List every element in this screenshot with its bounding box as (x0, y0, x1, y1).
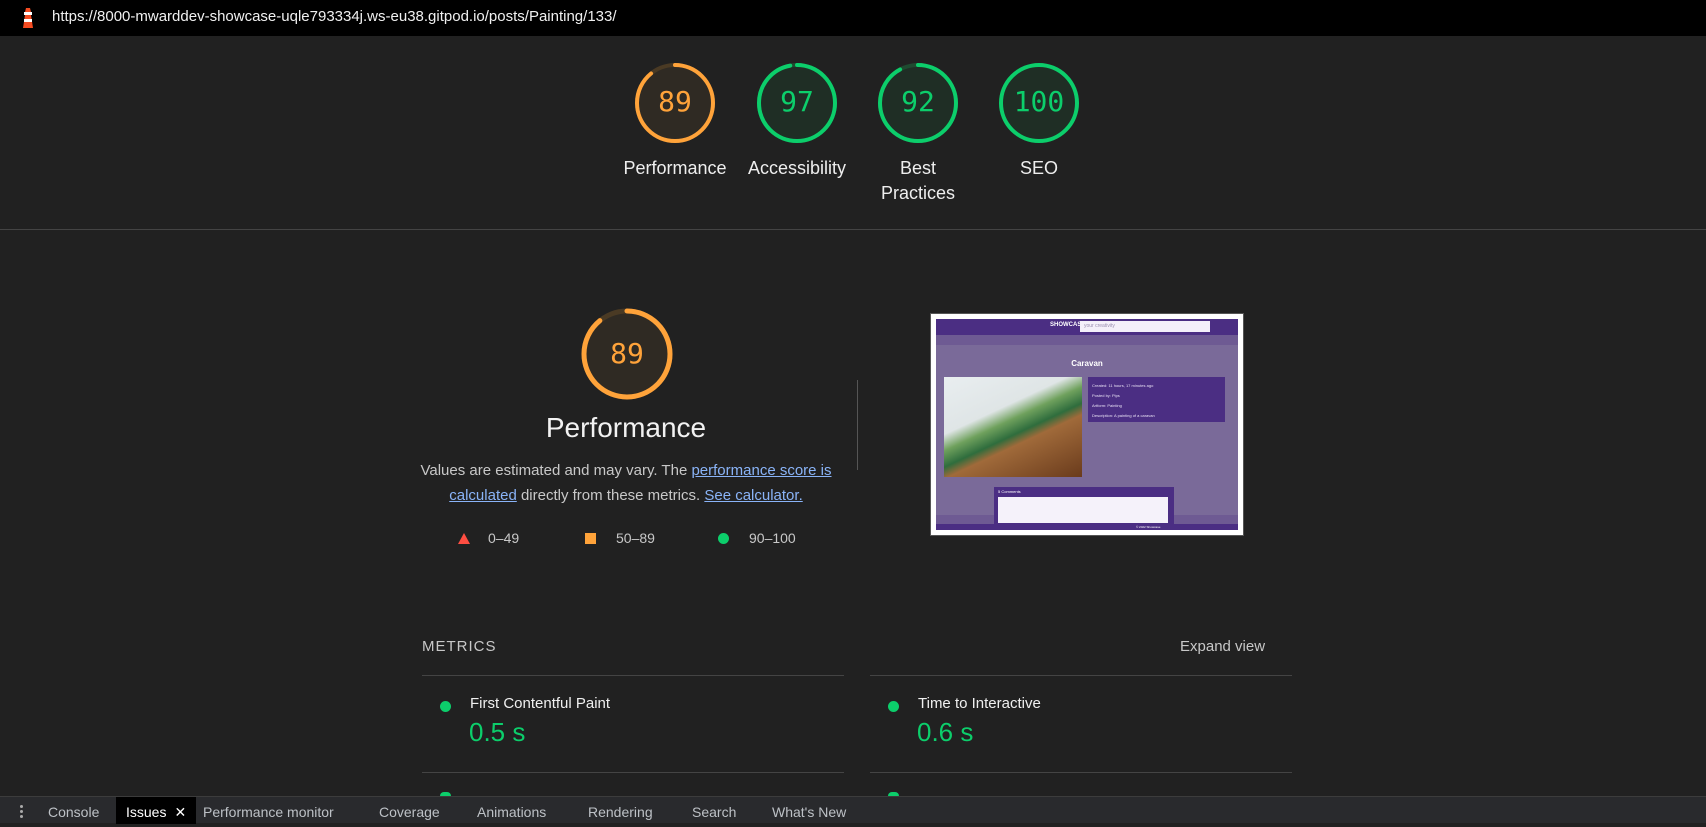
tab-label: Coverage (379, 804, 440, 820)
thumbnail-painting (944, 377, 1082, 477)
square-icon (585, 532, 596, 544)
comments-header: 5 Comments (998, 489, 1021, 494)
tab-coverage[interactable]: Coverage (369, 797, 450, 824)
thumbnail-comments: 5 Comments (994, 487, 1174, 527)
gauge-performance[interactable]: 89 Performance (614, 62, 736, 181)
tab-label: Console (48, 804, 100, 820)
pass-indicator-icon (440, 701, 451, 712)
metric-name: First Contentful Paint (470, 695, 611, 712)
performance-score: 89 (610, 337, 644, 370)
performance-title: Performance (545, 412, 707, 443)
gauge-label: Accessibility (747, 158, 847, 178)
thumbnail-info: Created: 11 hours, 17 minutes ago Posted… (1088, 377, 1225, 422)
tab-label: Issues (126, 804, 167, 820)
gauge-label: Best Practices (857, 156, 979, 206)
metrics-heading: METRICS (422, 638, 497, 655)
tab-label: Rendering (588, 804, 653, 820)
triangle-icon (458, 532, 470, 544)
legend-pass-label: 90–100 (749, 530, 796, 546)
more-tools-menu-icon[interactable] (20, 805, 24, 819)
tab-label: Search (692, 804, 737, 820)
tab-performance-monitor[interactable]: Performance monitor (193, 797, 344, 824)
gauge-score: 89 (658, 85, 692, 118)
info-line: Description: A painting of a caravan (1092, 413, 1155, 418)
thumbnail-search: your creativity (1080, 321, 1210, 332)
legend-average-label: 50–89 (616, 530, 655, 546)
info-line: Created: 11 hours, 17 minutes ago (1092, 383, 1154, 388)
info-line: Artform: Painting (1092, 403, 1122, 408)
tab-animations[interactable]: Animations (467, 797, 556, 824)
gauge-label: Performance (623, 158, 727, 178)
thumbnail-navbar: SHOWCASE your creativity (936, 319, 1238, 335)
page-screenshot-thumbnail[interactable]: SHOWCASE your creativity Caravan Created… (930, 313, 1244, 536)
performance-description: Values are estimated and may vary. The p… (420, 458, 832, 508)
gauge-label-line1: Best (899, 158, 937, 178)
metric-name: Time to Interactive (918, 695, 1041, 712)
gauge-label-line2: Practices (880, 183, 956, 203)
legend-fail: 0–49 (458, 530, 519, 546)
gauge-accessibility[interactable]: 97 Accessibility (736, 62, 858, 181)
thumbnail-title: Caravan (1071, 359, 1103, 368)
tab-search[interactable]: Search (682, 797, 746, 824)
lighthouse-icon (23, 8, 33, 28)
thumbnail-footer-text: © 2022 Showcase (1136, 525, 1161, 529)
gauge-seo[interactable]: 100 SEO (978, 62, 1100, 181)
category-gauges: 89 Performance 97 Accessibility 92 Best … (0, 62, 1706, 232)
desc-prefix: Values are estimated and may vary. The (420, 462, 692, 479)
legend-fail-label: 0–49 (488, 530, 520, 546)
tab-label: Performance monitor (203, 804, 334, 820)
tab-issues[interactable]: Issues ✕ (116, 797, 197, 824)
tab-console[interactable]: Console (38, 797, 109, 824)
url-text[interactable]: https://8000-mwarddev-showcase-uqle79333… (52, 8, 617, 25)
pass-indicator-icon (888, 701, 899, 712)
gauge-score: 92 (901, 85, 935, 118)
info-line: Posted by: Pips (1092, 393, 1120, 398)
circle-icon (718, 532, 729, 544)
metric-divider (870, 772, 1292, 773)
legend-average: 50–89 (585, 530, 655, 546)
metric-time-to-interactive: Time to Interactive 0.6 s (870, 695, 1292, 755)
gauge-label: SEO (1019, 158, 1058, 178)
metric-value: 0.5 s (469, 717, 526, 747)
desc-middle: directly from these metrics. (516, 487, 705, 504)
legend-pass: 90–100 (718, 530, 796, 546)
expand-view-toggle[interactable]: Expand view (1180, 638, 1265, 655)
metric-value: 0.6 s (917, 717, 974, 747)
section-divider (0, 229, 1706, 230)
gauge-score: 97 (780, 85, 814, 118)
tab-label: What's New (772, 804, 847, 820)
vertical-divider (857, 380, 858, 470)
devtools-drawer-tabs: Console Issues ✕ Performance monitor Cove… (0, 796, 1706, 824)
tab-label: Animations (477, 804, 547, 820)
see-calculator-link[interactable]: See calculator. (704, 487, 802, 504)
metric-first-contentful-paint: First Contentful Paint 0.5 s (422, 695, 844, 755)
url-bar: https://8000-mwarddev-showcase-uqle79333… (0, 0, 1706, 36)
gauge-score: 100 (1013, 85, 1065, 118)
performance-gauge-large: 89 (580, 307, 674, 401)
metric-divider (422, 772, 844, 773)
thumbnail-footer: © 2022 Showcase (936, 524, 1238, 530)
gauge-best-practices[interactable]: 92 Best Practices (857, 62, 979, 206)
metric-divider (870, 675, 1292, 676)
comment-card (998, 497, 1168, 523)
tab-rendering[interactable]: Rendering (578, 797, 663, 824)
tab-whats-new[interactable]: What's New (762, 797, 856, 824)
thumbnail-content: SHOWCASE your creativity Caravan Created… (936, 319, 1238, 530)
close-icon[interactable]: ✕ (174, 804, 186, 820)
metric-divider (422, 675, 844, 676)
